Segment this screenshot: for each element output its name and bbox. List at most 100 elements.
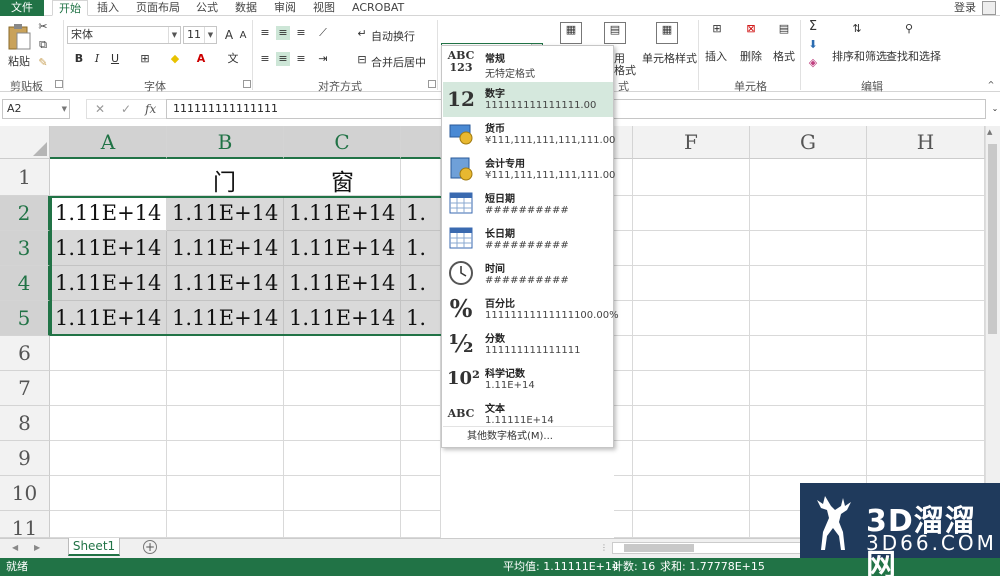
grid-cell[interactable]	[750, 406, 867, 441]
grid-cell[interactable]	[750, 231, 867, 266]
add-sheet-icon[interactable]: +	[143, 540, 157, 554]
grid-cell[interactable]	[284, 371, 401, 406]
tab-insert[interactable]: 插入	[97, 0, 119, 16]
collapse-ribbon-icon[interactable]: ^	[984, 78, 998, 92]
column-header-a[interactable]: A	[50, 126, 167, 159]
font-name-combo[interactable]: 宋体 ▼	[67, 26, 181, 44]
format-as-table-icon[interactable]: ▤	[604, 22, 626, 44]
grid-cell[interactable]	[614, 159, 633, 196]
select-all-corner[interactable]	[0, 126, 50, 159]
grid-cell[interactable]	[401, 159, 441, 196]
format-cells-label[interactable]: 格式	[773, 48, 795, 64]
grid-cell[interactable]	[50, 406, 167, 441]
row-header-4[interactable]: 4	[0, 266, 50, 301]
format-item-percent[interactable]: % 百分比 11111111111111100.00%	[443, 292, 619, 327]
clear-icon[interactable]: ◈	[806, 56, 820, 70]
align-bottom-icon[interactable]: ≡	[294, 26, 308, 40]
grid-cell[interactable]	[167, 511, 284, 538]
grid-cell[interactable]	[750, 336, 867, 371]
cell-c4[interactable]: 1.11E+14	[284, 266, 401, 301]
insert-function-icon[interactable]: fx	[145, 102, 156, 116]
more-number-formats-link[interactable]: 其他数字格式(M)...	[443, 426, 613, 446]
grid-cell[interactable]	[401, 511, 441, 538]
sort-filter-label[interactable]: 排序和筛选	[832, 48, 887, 64]
grid-cell[interactable]	[867, 159, 985, 196]
cell-d3[interactable]: 1.	[401, 231, 441, 266]
insert-cells-icon[interactable]: ⊞	[706, 22, 728, 44]
horizontal-scroll-thumb[interactable]	[624, 544, 694, 552]
format-item-short-date[interactable]: 短日期 ##########	[443, 187, 613, 222]
autosum-button[interactable]: Σ	[806, 20, 820, 34]
grid-cell[interactable]	[867, 231, 985, 266]
align-top-icon[interactable]: ≡	[258, 26, 272, 40]
grid-cell[interactable]	[50, 336, 167, 371]
grid-cell[interactable]	[867, 441, 985, 476]
font-size-combo[interactable]: 11 ▼	[183, 26, 217, 44]
format-item-accounting[interactable]: 会计专用 ¥111,111,111,111,111.00	[443, 152, 615, 187]
wrap-text-button[interactable]: ↵ 自动换行	[354, 25, 420, 43]
tab-formulas[interactable]: 公式	[196, 0, 218, 16]
grid-cell[interactable]	[633, 231, 750, 266]
grid-cell[interactable]	[867, 406, 985, 441]
format-item-number[interactable]: 12 数字 111111111111111.00	[443, 82, 613, 117]
merge-center-button[interactable]: ⊟ 合并后居中	[354, 51, 438, 69]
grid-cell[interactable]	[750, 159, 867, 196]
clipboard-launcher-icon[interactable]	[55, 80, 63, 88]
sort-filter-icon[interactable]: ⇅	[846, 22, 868, 44]
binoculars-icon[interactable]: ⚲	[898, 22, 920, 44]
orientation-icon[interactable]: ⟋	[316, 26, 330, 40]
grid-cell[interactable]	[633, 371, 750, 406]
cell-b2[interactable]: 1.11E+14	[167, 196, 284, 231]
sheet-more-icon[interactable]: ⋮	[600, 543, 608, 552]
grid-cell[interactable]	[633, 511, 750, 538]
grid-cell[interactable]	[167, 371, 284, 406]
decrease-font-icon[interactable]: A	[236, 29, 250, 43]
column-header-h[interactable]: H	[867, 126, 985, 159]
grid-cell[interactable]	[633, 406, 750, 441]
grid-cell[interactable]	[633, 301, 750, 336]
cut-icon[interactable]: ✂	[36, 20, 50, 34]
grid-cell[interactable]	[614, 406, 633, 441]
grid-cell[interactable]	[401, 336, 441, 371]
grid-cell[interactable]	[614, 441, 633, 476]
row-header-3[interactable]: 3	[0, 231, 50, 266]
grid-cell[interactable]	[614, 476, 633, 511]
grid-cell[interactable]	[633, 441, 750, 476]
tab-page-layout[interactable]: 页面布局	[136, 0, 180, 16]
column-header-b[interactable]: B	[167, 126, 284, 159]
grid-cell[interactable]	[614, 371, 633, 406]
cell-c3[interactable]: 1.11E+14	[284, 231, 401, 266]
format-item-currency[interactable]: 货币 ¥111,111,111,111,111.00	[443, 117, 615, 152]
grid-cell[interactable]	[633, 159, 750, 196]
grid-cell[interactable]	[167, 406, 284, 441]
grid-cell[interactable]	[401, 476, 441, 511]
grid-cell[interactable]	[750, 441, 867, 476]
alignment-launcher-icon[interactable]	[428, 80, 436, 88]
bold-button[interactable]: B	[72, 52, 86, 66]
tab-view[interactable]: 视图	[313, 0, 335, 16]
grid-cell[interactable]	[614, 336, 633, 371]
cell-a2[interactable]: 1.11E+14	[50, 196, 167, 231]
prev-sheet-icon[interactable]: ◀	[12, 543, 18, 552]
font-color-icon[interactable]: A	[194, 52, 208, 66]
cell-styles-icon[interactable]: ▦	[656, 22, 678, 44]
format-item-scientific[interactable]: 10² 科学记数 1.11E+14	[443, 362, 613, 397]
user-avatar-icon[interactable]	[982, 1, 996, 15]
cell-a4[interactable]: 1.11E+14	[50, 266, 167, 301]
row-header-6[interactable]: 6	[0, 336, 50, 371]
row-header-11[interactable]: 11	[0, 511, 50, 538]
column-header-d[interactable]	[401, 126, 441, 159]
insert-cells-label[interactable]: 插入	[705, 48, 727, 64]
cell-c2[interactable]: 1.11E+14	[284, 196, 401, 231]
grid-cell[interactable]	[167, 441, 284, 476]
format-item-fraction[interactable]: ½ 分数 111111111111111	[443, 327, 613, 362]
grid-cell[interactable]	[50, 441, 167, 476]
grid-cell[interactable]	[633, 476, 750, 511]
border-icon[interactable]: ⊞	[138, 52, 152, 66]
grid-cell[interactable]	[867, 196, 985, 231]
delete-cells-icon[interactable]: ⊠	[740, 22, 762, 44]
grid-cell[interactable]	[614, 266, 633, 301]
grid-cell[interactable]	[614, 511, 633, 538]
grid-cell[interactable]	[50, 159, 167, 196]
grid-cell[interactable]	[401, 406, 441, 441]
